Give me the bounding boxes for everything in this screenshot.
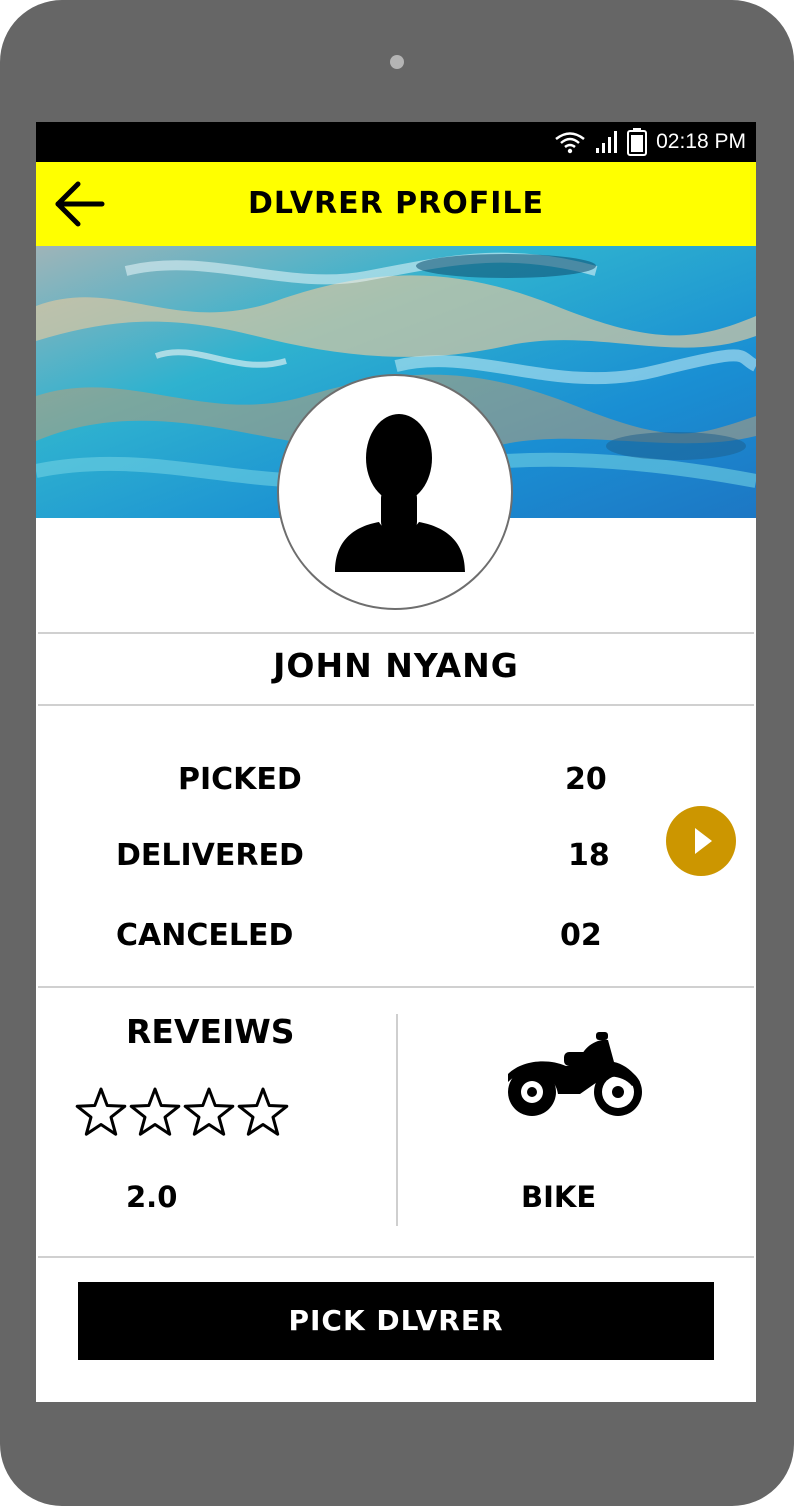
star-icon (183, 1087, 235, 1136)
status-time: 02:18 PM (656, 130, 746, 153)
divider (38, 632, 754, 634)
phone-screen: 02:18 PM DLVRER PROFILE JOHN NYANG PICKE… (36, 122, 756, 1402)
app-bar: DLVRER PROFILE (36, 162, 756, 246)
page-title: DLVRER PROFILE (247, 186, 545, 221)
device-frame: 02:18 PM DLVRER PROFILE JOHN NYANG PICKE… (0, 0, 794, 1506)
star-icon (75, 1087, 127, 1136)
status-bar: 02:18 PM (36, 122, 756, 162)
vehicle-type: BIKE (521, 1180, 597, 1214)
motorcycle-icon (504, 1032, 646, 1122)
stat-value-picked: 20 (565, 762, 607, 797)
divider (38, 986, 754, 988)
signal-icon (596, 131, 618, 153)
rating-value: 2.0 (126, 1180, 178, 1214)
deliverer-name: JOHN NYANG (273, 646, 519, 685)
stat-value-delivered: 18 (568, 838, 610, 873)
stat-label-picked: PICKED (178, 762, 302, 797)
divider (38, 1256, 754, 1258)
next-button[interactable] (666, 806, 736, 876)
stat-value-canceled: 02 (560, 918, 602, 953)
star-icon (237, 1087, 289, 1136)
stat-label-delivered: DELIVERED (116, 838, 304, 873)
battery-icon (627, 128, 648, 156)
wifi-icon (555, 132, 585, 154)
star-icon (129, 1087, 181, 1136)
reviews-title: REVEIWS (126, 1012, 295, 1051)
play-arrow-icon (695, 828, 712, 854)
person-silhouette-icon (335, 414, 465, 572)
divider (38, 704, 754, 706)
front-camera (390, 55, 404, 69)
avatar (277, 374, 513, 610)
rating-stars (75, 1087, 289, 1136)
vertical-divider (396, 1014, 398, 1226)
stat-label-canceled: CANCELED (116, 918, 294, 953)
status-icons: 02:18 PM (554, 128, 746, 156)
pick-deliverer-button[interactable]: PICK DLVRER (78, 1282, 714, 1360)
